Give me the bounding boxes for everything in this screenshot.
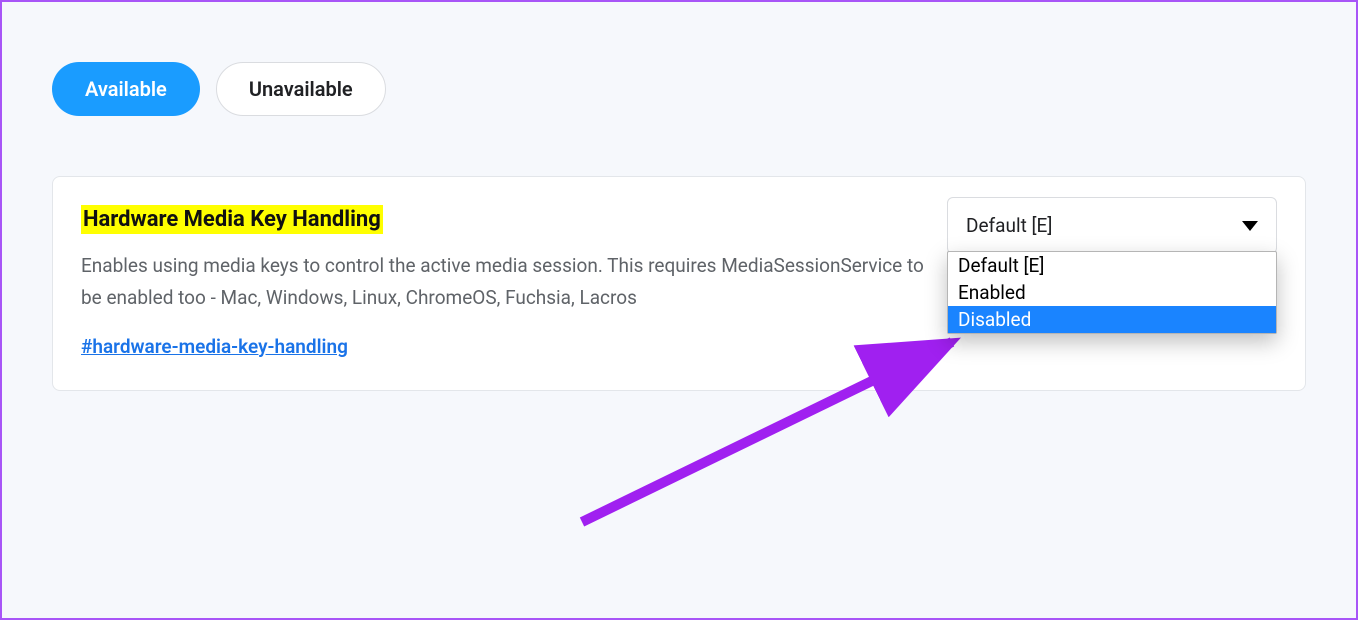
dropdown-option-enabled[interactable]: Enabled [948, 279, 1276, 306]
tab-unavailable[interactable]: Unavailable [216, 62, 386, 116]
flag-description: Enables using media keys to control the … [81, 250, 931, 315]
flag-title: Hardware Media Key Handling [81, 205, 383, 234]
dropdown-option-disabled[interactable]: Disabled [948, 306, 1276, 333]
dropdown-option-default[interactable]: Default [E] [948, 252, 1276, 279]
flag-anchor-link[interactable]: #hardware-media-key-handling [81, 335, 348, 358]
chevron-down-icon [1242, 221, 1258, 231]
dropdown-button[interactable]: Default [E] [947, 197, 1277, 254]
dropdown-list: Default [E] Enabled Disabled [947, 251, 1277, 334]
dropdown-selected-label: Default [E] [966, 214, 1052, 237]
tab-available[interactable]: Available [52, 62, 200, 116]
flag-card: Hardware Media Key Handling Enables usin… [52, 176, 1306, 391]
flag-dropdown: Default [E] Default [E] Enabled Disabled [947, 197, 1277, 254]
tab-bar: Available Unavailable [52, 62, 1306, 116]
